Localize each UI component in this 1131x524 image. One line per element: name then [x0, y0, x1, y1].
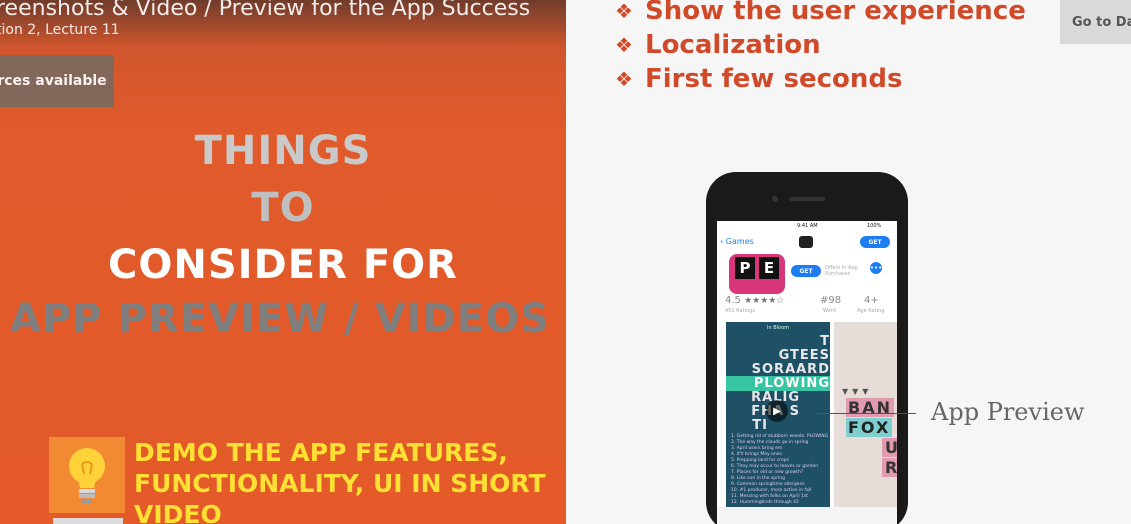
rank-label: Word [823, 308, 836, 314]
rating-stars: ★★★★☆ [744, 296, 785, 306]
right-slide: ❖ Show the user experience ❖ Localizatio… [566, 0, 1131, 524]
tile-row: FOX [846, 418, 893, 437]
lecture-subtitle: tion 2, Lecture 11 [0, 22, 120, 38]
get-button[interactable]: GET [791, 265, 821, 277]
tile-row: BAN [846, 398, 894, 417]
app-icon: P E [729, 254, 785, 294]
tile-row: U [882, 438, 897, 457]
clue-list: 1. Getting rid of stubborn weeds: PLOWIN… [731, 434, 828, 506]
tab-bar [717, 507, 897, 524]
bullet-text: First few seconds [645, 64, 903, 94]
resources-available-button[interactable]: rces available [0, 55, 114, 107]
bullet-item: ❖ First few seconds [615, 62, 1026, 96]
rank-value: #98 [820, 295, 842, 306]
puzzle-header: In Bloom [766, 325, 790, 331]
app-preview-video[interactable]: In Bloom T GTEES SORAARD PLOWING RALIG F… [726, 322, 830, 508]
camera-icon [772, 196, 778, 202]
play-icon[interactable]: ▶ [766, 400, 788, 422]
diamond-bullet-icon: ❖ [615, 33, 633, 57]
app-mini-icon [799, 236, 813, 248]
puzzle-word: TI [752, 418, 768, 433]
slide-heading-line-2: TO [251, 185, 315, 231]
go-to-dashboard-button[interactable]: Go to Da [1060, 0, 1131, 44]
phone-screen: 9:41 AM 100% ‹ Games GET P E GET Offers … [717, 221, 897, 524]
iphone-mockup: 9:41 AM 100% ‹ Games GET P E GET Offers … [706, 172, 908, 524]
back-label: Games [725, 237, 754, 246]
lecture-title: reenshots & Video / Preview for the App … [0, 0, 531, 21]
app-icon-letter: E [759, 257, 779, 279]
tile-row: R [882, 458, 897, 477]
next-tip-box [53, 518, 123, 524]
arrow-markers-icon: ▼▼▼ [842, 387, 873, 396]
app-screenshot-2[interactable]: ▼▼▼ BAN FOX U R [834, 322, 897, 508]
annotation-line [816, 413, 916, 414]
left-slide: reenshots & Video / Preview for the App … [0, 0, 566, 524]
puzzle-word: SORAARD [751, 362, 830, 377]
puzzle-word-highlighted: PLOWING [726, 376, 830, 391]
more-options-icon[interactable]: ••• [870, 262, 882, 274]
get-button-top[interactable]: GET [860, 236, 890, 248]
puzzle-word: GTEES [778, 348, 830, 363]
diamond-bullet-icon: ❖ [615, 0, 633, 23]
slide-heading-line-1: THINGS [194, 128, 372, 174]
diamond-bullet-icon: ❖ [615, 67, 633, 91]
status-bar: 9:41 AM 100% [717, 223, 897, 231]
iap-note: Offers In-App Purchases [825, 265, 858, 277]
clue-item: 12. Hummingbirds through 42 [731, 500, 799, 505]
rating-count: 451 Ratings [725, 308, 755, 314]
status-battery: 100% [867, 223, 882, 229]
status-time: 9:41 AM [797, 223, 818, 229]
bullet-text: Localization [645, 30, 821, 60]
puzzle-word: RALIG [751, 390, 800, 405]
speaker-grille [789, 197, 825, 201]
lightbulb-icon [49, 437, 125, 513]
age-label: Age Rating [857, 308, 885, 314]
age-value: 4+ [864, 295, 879, 306]
app-preview-annotation: App Preview [931, 398, 1085, 426]
tip-text: DEMO THE APP FEATURES, FUNCTIONALITY, UI… [134, 438, 546, 524]
bullet-item: ❖ Localization [615, 28, 1026, 62]
store-navbar: ‹ Games GET [717, 234, 897, 250]
slide-heading-line-3: CONSIDER FOR [108, 242, 458, 288]
bullet-list: ❖ Show the user experience ❖ Localizatio… [615, 0, 1026, 96]
bullet-item: ❖ Show the user experience [615, 0, 1026, 28]
slide-heading-line-4: APP PREVIEW / VIDEOS [10, 296, 550, 342]
rating-value: 4.5 [725, 295, 741, 306]
puzzle-word: T [820, 334, 830, 349]
app-icon-letter: P [735, 257, 755, 279]
back-button[interactable]: ‹ Games [720, 237, 754, 246]
bullet-text: Show the user experience [645, 0, 1026, 26]
video-player[interactable]: reenshots & Video / Preview for the App … [0, 0, 1131, 524]
